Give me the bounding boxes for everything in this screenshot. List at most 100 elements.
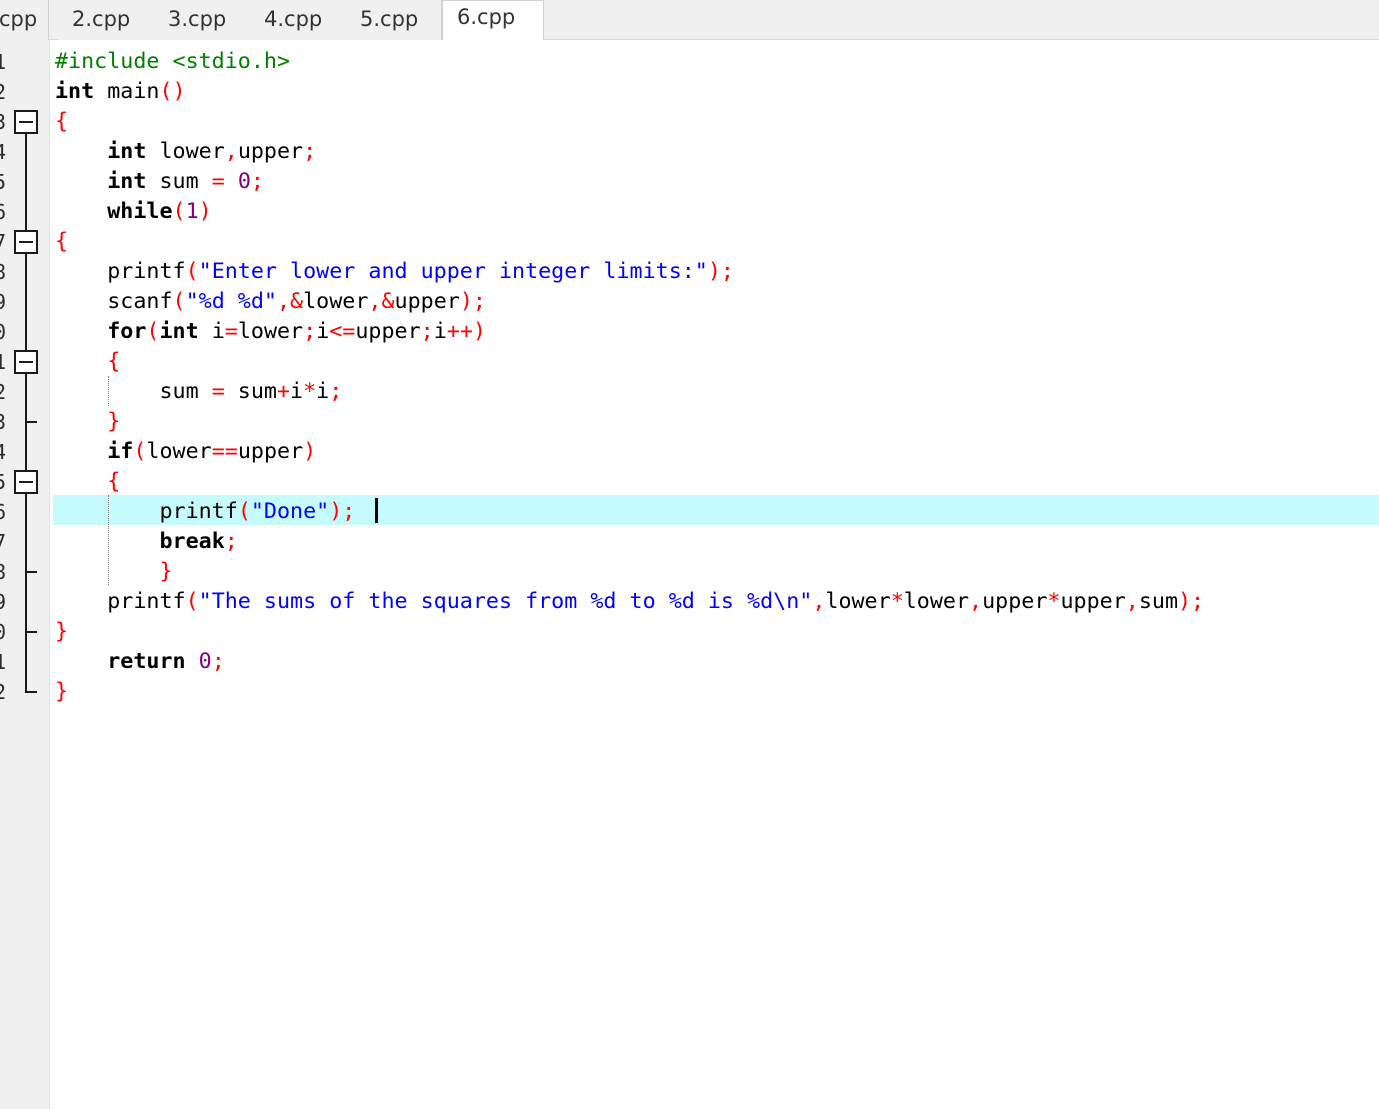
code-token: ; [211, 649, 225, 674]
collapse-fold-icon[interactable] [14, 350, 38, 374]
code-token: "Enter lower and upper integer limits:" [198, 259, 708, 284]
tab-5-cpp[interactable]: 5.cpp [346, 0, 442, 40]
line-number: 1 [0, 47, 6, 77]
line-number-gutter: 1234567890123456789012 [0, 40, 50, 1109]
code-line[interactable]: return 0; [55, 647, 225, 677]
text-caret [375, 498, 378, 523]
code-token: lower [237, 319, 304, 344]
tab-bar: cpp 2.cpp 3.cpp 4.cpp 5.cpp 6.cpp [0, 0, 1379, 41]
code-token: () [159, 79, 186, 104]
code-line[interactable]: while(1) [55, 197, 211, 227]
code-token: ( [133, 439, 147, 464]
collapse-fold-icon[interactable] [14, 230, 38, 254]
code-token: "The sums of the squares from %d to %d i… [198, 589, 813, 614]
line-number: 3 [0, 407, 6, 437]
code-token: upper [1060, 589, 1126, 614]
line-number: 9 [0, 287, 6, 317]
line-number: 0 [0, 317, 6, 347]
code-token: int [159, 319, 199, 344]
code-token: break [159, 529, 225, 554]
collapse-fold-icon[interactable] [14, 470, 38, 494]
line-number: 5 [0, 167, 6, 197]
code-token: upper [982, 589, 1048, 614]
tab-6-cpp[interactable]: 6.cpp [442, 0, 544, 41]
code-token: upper [394, 289, 460, 314]
code-token: , [969, 589, 983, 614]
code-token: ; [329, 379, 343, 404]
code-line[interactable]: { [55, 227, 68, 257]
tab-cpp[interactable]: cpp [0, 0, 49, 40]
code-line[interactable]: } [55, 557, 173, 587]
code-token: { [55, 229, 69, 254]
code-editor[interactable]: #include <stdio.h> int main(){ int lower,… [51, 40, 1379, 1109]
code-line[interactable]: printf("Done"); [55, 497, 355, 527]
line-number: 0 [0, 617, 6, 647]
code-token: main [94, 79, 160, 104]
code-token: + [276, 379, 291, 404]
code-token: lower [303, 289, 369, 314]
code-line[interactable]: printf("The sums of the squares from %d … [55, 587, 1204, 617]
code-line[interactable]: { [55, 107, 68, 137]
code-token: lower [146, 439, 212, 464]
tab-2-cpp[interactable]: 2.cpp [58, 0, 155, 40]
code-token: lower [903, 589, 970, 614]
code-token: ) [303, 439, 317, 464]
code-line[interactable]: if(lower==upper) [55, 437, 316, 467]
code-line[interactable]: int lower,upper; [55, 137, 316, 167]
code-line[interactable]: } [55, 677, 68, 707]
code-token: "Done" [250, 499, 330, 524]
code-token: { [55, 109, 69, 134]
code-token: #include <stdio.h> [55, 49, 291, 74]
code-token: if [107, 439, 134, 464]
code-token: i [316, 379, 330, 404]
code-token: ; [420, 319, 434, 344]
code-token: , [224, 139, 238, 164]
code-line[interactable]: int main() [55, 77, 186, 107]
code-token: printf [55, 499, 238, 524]
code-token: printf [55, 589, 186, 614]
code-token: ,& [276, 289, 304, 314]
code-token: while [107, 199, 173, 224]
code-token: ( [172, 199, 186, 224]
fold-end-marker [25, 691, 37, 693]
code-token: } [55, 679, 69, 704]
code-line[interactable]: { [55, 467, 120, 497]
tab-4-cpp[interactable]: 4.cpp [250, 0, 347, 40]
line-number: 2 [0, 77, 6, 107]
code-token: } [159, 559, 173, 584]
code-line[interactable]: break; [55, 527, 238, 557]
code-line[interactable]: scanf("%d %d",&lower,&upper); [55, 287, 486, 317]
code-line[interactable]: printf("Enter lower and upper integer li… [55, 257, 734, 287]
code-token: ); [329, 499, 356, 524]
code-token: ); [707, 259, 734, 284]
code-token: lower [146, 139, 225, 164]
code-token: ( [237, 499, 251, 524]
code-line[interactable]: { [55, 347, 120, 377]
line-number: 5 [0, 467, 6, 497]
code-line[interactable]: int sum = 0; [55, 167, 264, 197]
tab-3-cpp[interactable]: 3.cpp [154, 0, 251, 40]
code-token: ; [224, 529, 238, 554]
collapse-fold-icon[interactable] [14, 110, 38, 134]
fold-end-marker [25, 571, 37, 573]
code-line[interactable]: #include <stdio.h> [55, 47, 290, 77]
line-number: 6 [0, 197, 6, 227]
code-token: i [290, 379, 304, 404]
code-line[interactable]: } [55, 407, 120, 437]
code-token: int [107, 169, 147, 194]
code-token: sum [55, 379, 212, 404]
code-line[interactable]: } [55, 617, 68, 647]
code-line[interactable]: sum = sum+i*i; [55, 377, 342, 407]
code-token: lower [825, 589, 891, 614]
code-token: } [55, 619, 69, 644]
line-number: 2 [0, 377, 6, 407]
code-line[interactable]: for(int i=lower;i<=upper;i++) [55, 317, 486, 347]
code-token: i [198, 319, 225, 344]
code-token: ; [303, 319, 317, 344]
